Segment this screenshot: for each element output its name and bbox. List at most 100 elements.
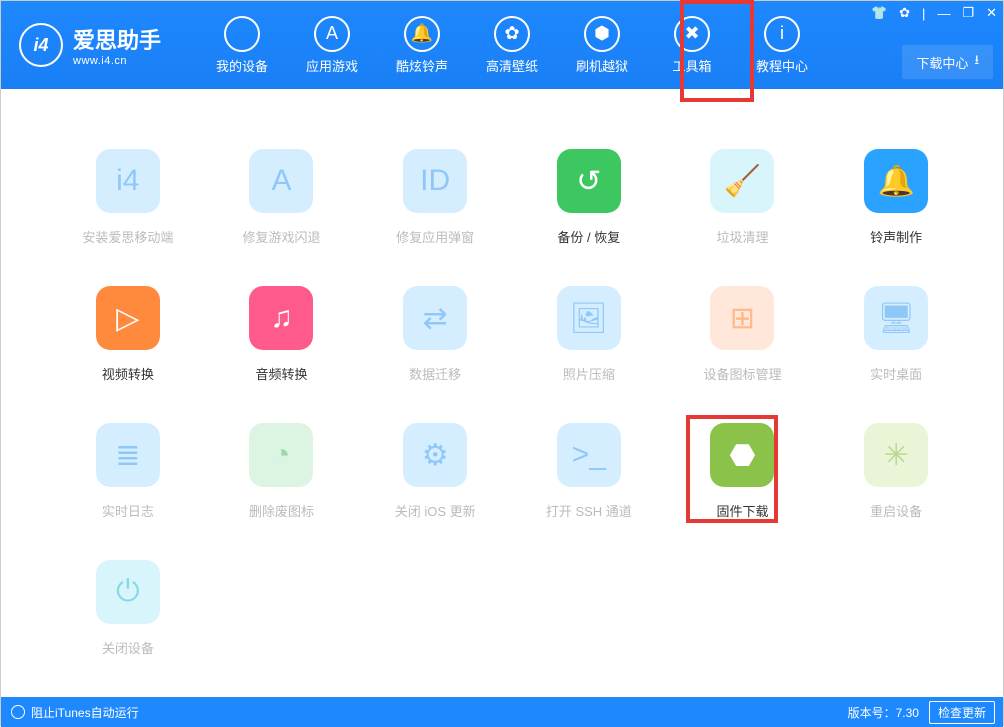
tool-item-14[interactable]: ⚙ 关闭 iOS 更新 xyxy=(368,423,502,520)
tool-item-4[interactable]: 🧹 垃圾清理 xyxy=(676,149,810,246)
tool-item-13[interactable]: ◔ 删除废图标 xyxy=(215,423,349,520)
tool-item-16[interactable]: ⬣ 固件下载 xyxy=(676,423,810,520)
tool-icon-16: ⬣ xyxy=(710,423,774,487)
tool-icon-10: ⊞ xyxy=(710,286,774,350)
apps-icon: A xyxy=(314,16,350,52)
tool-label: 铃声制作 xyxy=(829,227,963,246)
nav-apps[interactable]: A 应用游戏 xyxy=(287,8,377,83)
tool-label: 关闭设备 xyxy=(61,638,195,657)
toolbox-icon: ✖ xyxy=(674,16,710,52)
tool-label: 修复游戏闪退 xyxy=(215,227,349,246)
nav-label: 刷机越狱 xyxy=(557,56,647,75)
separator: | xyxy=(922,6,925,21)
nav-jailbreak[interactable]: ⬢ 刷机越狱 xyxy=(557,8,647,83)
nav-wallpapers[interactable]: ✿ 高清壁纸 xyxy=(467,8,557,83)
tool-icon-18: ⏻ xyxy=(96,560,160,624)
skin-icon[interactable]: 👕 xyxy=(871,5,887,21)
tool-label: 垃圾清理 xyxy=(676,227,810,246)
tutorials-icon: i xyxy=(764,16,800,52)
close-button[interactable]: ✕ xyxy=(986,5,997,21)
tool-label: 实时桌面 xyxy=(829,364,963,383)
app-header: i4 爱思助手 www.i4.cn 我的设备 A 应用游戏 🔔 酷炫铃声 ✿ 高清壁纸 ⬢ 刷机… xyxy=(1,1,1003,89)
tool-icon-15: >_ xyxy=(557,423,621,487)
download-center-button[interactable]: 下载中心 ⭳ xyxy=(902,45,993,79)
brand-name: 爱思助手 xyxy=(73,23,161,55)
nav-label: 酷炫铃声 xyxy=(377,56,467,75)
tool-icon-7: ♫ xyxy=(249,286,313,350)
window-controls: 👕 ✿ | — ❐ ✕ xyxy=(871,5,997,21)
tool-label: 数据迁移 xyxy=(368,364,502,383)
tool-grid: i4 安装爱思移动端 A 修复游戏闪退 ID 修复应用弹窗 ↺ 备份 / 恢复 🧹 垃圾清理 🔔 铃声… xyxy=(61,149,963,657)
tool-item-12[interactable]: ≣ 实时日志 xyxy=(61,423,195,520)
device-icon xyxy=(224,16,260,52)
jailbreak-icon: ⬢ xyxy=(584,16,620,52)
tool-item-1[interactable]: A 修复游戏闪退 xyxy=(215,149,349,246)
check-update-button[interactable]: 检查更新 xyxy=(929,701,995,724)
version-label: 版本号：7.30 xyxy=(848,704,919,721)
itunes-block-toggle[interactable]: 阻止iTunes自动运行 xyxy=(31,704,139,721)
brand-url: www.i4.cn xyxy=(73,55,161,67)
tool-label: 关闭 iOS 更新 xyxy=(368,501,502,520)
nav-label: 我的设备 xyxy=(197,56,287,75)
nav-label: 教程中心 xyxy=(737,56,827,75)
tool-icon-2: ID xyxy=(403,149,467,213)
tool-label: 备份 / 恢复 xyxy=(522,227,656,246)
tool-icon-11: 🖥 xyxy=(864,286,928,350)
tool-icon-14: ⚙ xyxy=(403,423,467,487)
tool-label: 照片压缩 xyxy=(522,364,656,383)
tool-item-17[interactable]: ✳ 重启设备 xyxy=(829,423,963,520)
tool-label: 删除废图标 xyxy=(215,501,349,520)
download-icon: ⭳ xyxy=(974,51,979,73)
tool-label: 安装爱思移动端 xyxy=(61,227,195,246)
tool-item-5[interactable]: 🔔 铃声制作 xyxy=(829,149,963,246)
logo-block: i4 爱思助手 www.i4.cn xyxy=(1,23,179,67)
tool-item-18[interactable]: ⏻ 关闭设备 xyxy=(61,560,195,657)
tool-icon-17: ✳ xyxy=(864,423,928,487)
tool-icon-5: 🔔 xyxy=(864,149,928,213)
tool-icon-0: i4 xyxy=(96,149,160,213)
tool-icon-1: A xyxy=(249,149,313,213)
wallpapers-icon: ✿ xyxy=(494,16,530,52)
tool-item-10[interactable]: ⊞ 设备图标管理 xyxy=(676,286,810,383)
content-area: i4 安装爱思移动端 A 修复游戏闪退 ID 修复应用弹窗 ↺ 备份 / 恢复 🧹 垃圾清理 🔔 铃声… xyxy=(1,89,1003,697)
ringtones-icon: 🔔 xyxy=(404,16,440,52)
nav-device[interactable]: 我的设备 xyxy=(197,8,287,83)
nav-tutorials[interactable]: i 教程中心 xyxy=(737,8,827,83)
tool-icon-12: ≣ xyxy=(96,423,160,487)
tool-item-3[interactable]: ↺ 备份 / 恢复 xyxy=(522,149,656,246)
tool-item-8[interactable]: ⇄ 数据迁移 xyxy=(368,286,502,383)
tool-item-7[interactable]: ♫ 音频转换 xyxy=(215,286,349,383)
footer-bar: 阻止iTunes自动运行 版本号：7.30 检查更新 xyxy=(1,697,1003,727)
tool-item-15[interactable]: >_ 打开 SSH 通道 xyxy=(522,423,656,520)
tool-item-2[interactable]: ID 修复应用弹窗 xyxy=(368,149,502,246)
tool-label: 实时日志 xyxy=(61,501,195,520)
nav-label: 应用游戏 xyxy=(287,56,377,75)
nav-label: 高清壁纸 xyxy=(467,56,557,75)
tool-label: 修复应用弹窗 xyxy=(368,227,502,246)
tool-icon-13: ◔ xyxy=(249,423,313,487)
nav-bar: 我的设备 A 应用游戏 🔔 酷炫铃声 ✿ 高清壁纸 ⬢ 刷机越狱 ✖ 工具箱 i 教程中心 xyxy=(197,8,827,83)
tool-label: 打开 SSH 通道 xyxy=(522,501,656,520)
nav-ringtones[interactable]: 🔔 酷炫铃声 xyxy=(377,8,467,83)
minimize-button[interactable]: — xyxy=(937,6,950,21)
tool-item-6[interactable]: ▷ 视频转换 xyxy=(61,286,195,383)
nav-label: 工具箱 xyxy=(647,56,737,75)
settings-icon[interactable]: ✿ xyxy=(899,5,910,21)
tool-label: 设备图标管理 xyxy=(676,364,810,383)
logo-icon: i4 xyxy=(19,23,63,67)
restore-button[interactable]: ❐ xyxy=(962,5,974,21)
tool-label: 音频转换 xyxy=(215,364,349,383)
tool-item-9[interactable]: 🖼 照片压缩 xyxy=(522,286,656,383)
tool-label: 视频转换 xyxy=(61,364,195,383)
tool-label: 重启设备 xyxy=(829,501,963,520)
status-circle-icon xyxy=(11,705,25,719)
nav-toolbox[interactable]: ✖ 工具箱 xyxy=(647,8,737,83)
tool-item-11[interactable]: 🖥 实时桌面 xyxy=(829,286,963,383)
tool-icon-3: ↺ xyxy=(557,149,621,213)
tool-icon-8: ⇄ xyxy=(403,286,467,350)
tool-icon-9: 🖼 xyxy=(557,286,621,350)
tool-icon-4: 🧹 xyxy=(710,149,774,213)
tool-icon-6: ▷ xyxy=(96,286,160,350)
tool-label: 固件下载 xyxy=(676,501,810,520)
tool-item-0[interactable]: i4 安装爱思移动端 xyxy=(61,149,195,246)
